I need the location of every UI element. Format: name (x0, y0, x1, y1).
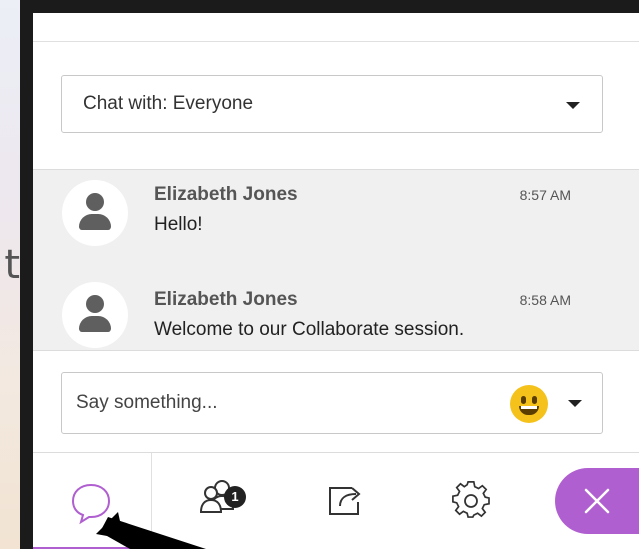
close-x-icon (584, 488, 610, 514)
message-author: Elizabeth Jones (154, 289, 298, 310)
avatar (62, 180, 128, 246)
bottom-tab-bar (33, 452, 639, 549)
message-composer (61, 372, 603, 434)
chat-message-input[interactable] (76, 373, 496, 433)
background-partial-text: t (4, 242, 20, 288)
chevron-down-icon (566, 102, 580, 109)
message-author: Elizabeth Jones (154, 184, 298, 205)
chat-with-label: Chat with: Everyone (83, 93, 254, 114)
emoji-picker-button[interactable] (510, 385, 548, 423)
panel-header (33, 13, 639, 42)
list-item: Elizabeth Jones 8:57 AM Hello! (33, 176, 623, 256)
message-text: Welcome to our Collaborate session. (154, 319, 465, 340)
message-time: 8:58 AM (519, 292, 571, 308)
emoji-chevron-down-icon[interactable] (568, 400, 582, 407)
tab-share-content[interactable] (273, 453, 393, 549)
message-list[interactable]: Elizabeth Jones 8:57 AM Hello! Elizabeth… (33, 169, 639, 351)
message-text: Hello! (154, 214, 203, 235)
chat-with-dropdown[interactable]: Chat with: Everyone (61, 75, 603, 133)
tab-settings[interactable] (394, 453, 514, 549)
chat-bubble-icon (71, 483, 111, 525)
list-item: Elizabeth Jones 8:58 AM Welcome to our C… (33, 280, 623, 350)
message-time: 8:57 AM (519, 187, 571, 203)
collaborate-panel: Chat with: Everyone Elizabeth Jones 8:57… (20, 0, 639, 549)
attendee-count-badge: 1 (224, 486, 246, 508)
tab-attendees[interactable] (152, 453, 272, 549)
settings-gear-icon (452, 481, 490, 518)
chat-panel: Chat with: Everyone Elizabeth Jones 8:57… (33, 13, 639, 549)
avatar (62, 282, 128, 348)
tab-chat[interactable] (33, 453, 151, 549)
share-content-icon (329, 487, 361, 515)
close-panel-button[interactable] (555, 468, 639, 534)
